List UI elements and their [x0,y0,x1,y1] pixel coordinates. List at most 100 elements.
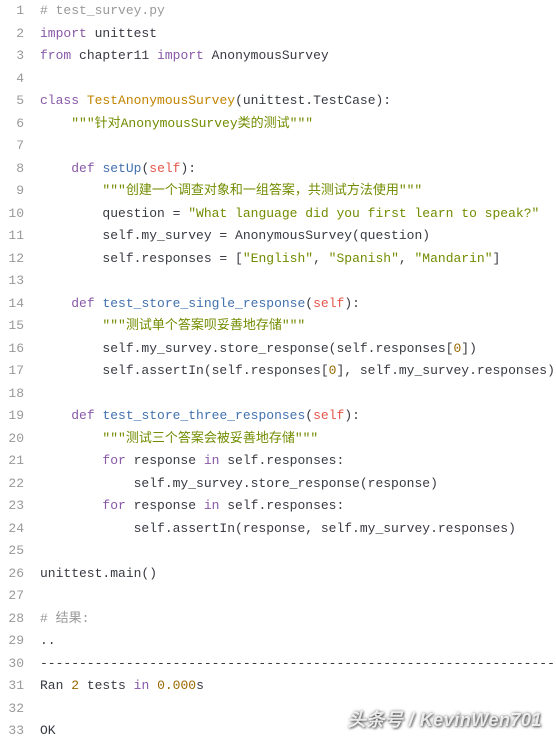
code-line[interactable]: import unittest [40,23,556,46]
line-number: 23 [8,495,24,518]
token-string: """针对AnonymousSurvey类的测试""" [71,116,313,131]
line-number: 28 [8,608,24,631]
watermark-text: 头条号 / KevinWen701 [348,709,542,732]
line-number: 26 [8,563,24,586]
code-line[interactable]: from chapter11 import AnonymousSurvey [40,45,556,68]
token-plain: , [399,251,415,266]
code-line[interactable]: # 结果: [40,608,556,631]
token-plain: unittest [87,26,157,41]
token-plain: self.responses: [219,453,344,468]
code-line[interactable] [40,270,556,293]
code-line[interactable]: for response in self.responses: [40,495,556,518]
token-keyword: def [71,161,94,176]
code-line[interactable]: self.assertIn(self.responses[0], self.my… [40,360,556,383]
code-line[interactable] [40,585,556,608]
code-line[interactable] [40,540,556,563]
token-classname: TestAnonymousSurvey [87,93,235,108]
code-line[interactable]: """创建一个调查对象和一组答案，共测试方法使用""" [40,180,556,203]
line-number: 17 [8,360,24,383]
token-string: "English" [243,251,313,266]
line-number: 7 [8,135,24,158]
code-line[interactable]: self.my_survey.store_response(self.respo… [40,338,556,361]
code-area[interactable]: # test_survey.pyimport unittestfrom chap… [34,0,556,745]
code-line[interactable] [40,68,556,91]
token-plain: unittest.TestCase [243,93,376,108]
code-line[interactable]: """测试三个答案会被妥善地存储""" [40,428,556,451]
code-line[interactable]: class TestAnonymousSurvey(unittest.TestC… [40,90,556,113]
token-plain: response [126,453,204,468]
line-number: 16 [8,338,24,361]
line-number: 14 [8,293,24,316]
token-string: "Mandarin" [415,251,493,266]
code-line[interactable]: Ran 2 tests in 0.000s [40,675,556,698]
token-plain [79,93,87,108]
line-number-gutter: 1234567891011121314151617181920212223242… [0,0,34,745]
code-line[interactable]: .. [40,630,556,653]
line-number: 13 [8,270,24,293]
token-plain: self.assertIn(self.responses[ [40,363,329,378]
token-keyword: in [204,453,220,468]
line-number: 20 [8,428,24,451]
code-line[interactable]: def test_store_three_responses(self): [40,405,556,428]
token-keyword: from [40,48,71,63]
code-line[interactable]: self.my_survey.store_response(response) [40,473,556,496]
token-comment: # test_survey.py [40,3,165,18]
token-punct: ( [305,408,313,423]
token-plain: self.responses: [219,498,344,513]
token-string: """创建一个调查对象和一组答案，共测试方法使用""" [102,183,422,198]
token-punct: ): [376,93,392,108]
code-line[interactable] [40,135,556,158]
token-self: self [149,161,180,176]
token-plain [40,318,102,333]
line-number: 32 [8,698,24,721]
token-punct: ( [235,93,243,108]
code-editor: 1234567891011121314151617181920212223242… [0,0,556,745]
token-plain: chapter11 [71,48,157,63]
token-keyword: def [71,296,94,311]
line-number: 3 [8,45,24,68]
line-number: 6 [8,113,24,136]
line-number: 1 [8,0,24,23]
code-line[interactable] [40,383,556,406]
token-keyword: in [134,678,150,693]
token-keyword: def [71,408,94,423]
token-number: 2 [71,678,79,693]
token-funcname: setUp [102,161,141,176]
token-plain [40,498,102,513]
token-plain [40,408,71,423]
code-line[interactable]: for response in self.responses: [40,450,556,473]
token-plain: OK [40,723,56,738]
token-plain: tests [79,678,134,693]
line-number: 2 [8,23,24,46]
code-line[interactable]: self.assertIn(response, self.my_survey.r… [40,518,556,541]
code-line[interactable]: question = "What language did you first … [40,203,556,226]
line-number: 29 [8,630,24,653]
code-line[interactable]: self.my_survey = AnonymousSurvey(questio… [40,225,556,248]
token-plain: ], self.my_survey.responses) [336,363,554,378]
token-plain: self.assertIn(response, self.my_survey.r… [40,521,516,536]
token-string: "Spanish" [329,251,399,266]
token-plain: self.my_survey.store_response(response) [40,476,438,491]
line-number: 21 [8,450,24,473]
line-number: 4 [8,68,24,91]
code-line[interactable]: """针对AnonymousSurvey类的测试""" [40,113,556,136]
line-number: 31 [8,675,24,698]
token-punct: ): [344,296,360,311]
token-keyword: import [157,48,204,63]
code-line[interactable]: # test_survey.py [40,0,556,23]
line-number: 12 [8,248,24,271]
code-line[interactable]: ----------------------------------------… [40,653,556,676]
code-line[interactable]: def test_store_single_response(self): [40,293,556,316]
line-number: 33 [8,720,24,743]
token-string: "What language did you first learn to sp… [188,206,539,221]
code-line[interactable]: def setUp(self): [40,158,556,181]
token-plain: response [126,498,204,513]
token-funcname: test_store_single_response [102,296,305,311]
token-keyword: for [102,453,125,468]
code-line[interactable]: unittest.main() [40,563,556,586]
token-plain: AnonymousSurvey [204,48,329,63]
token-keyword: class [40,93,79,108]
code-line[interactable]: """测试单个答案呗妥善地存储""" [40,315,556,338]
code-line[interactable]: self.responses = ["English", "Spanish", … [40,248,556,271]
token-plain: ----------------------------------------… [40,656,556,671]
